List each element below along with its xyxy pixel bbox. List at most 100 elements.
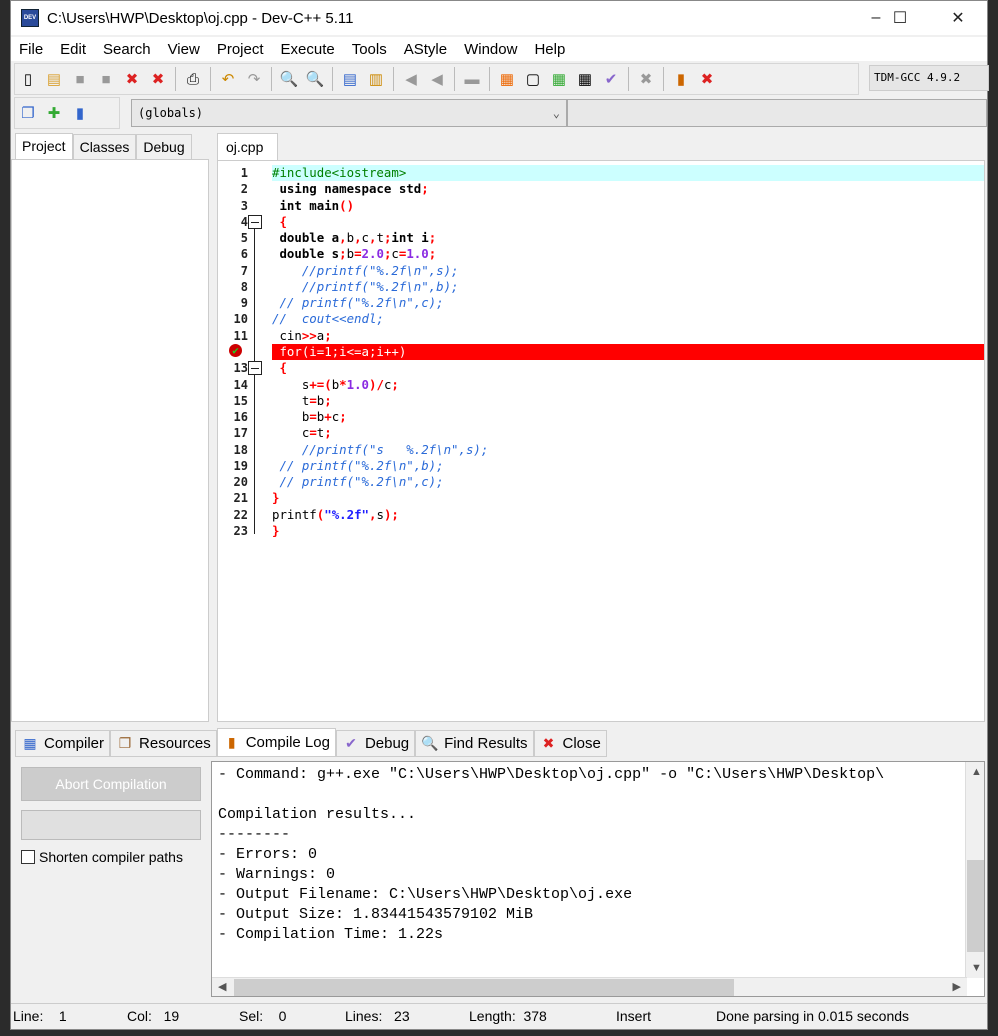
code-line[interactable]: 3 int main() [218,198,984,214]
code-line[interactable]: 11 cin>>a; [218,328,984,344]
line-number[interactable]: 23 [218,523,248,539]
close-all-icon[interactable]: ✖ [147,68,169,90]
line-number[interactable]: 6 [218,246,248,262]
new-project-icon[interactable]: ❐ [17,102,39,124]
menu-astyle[interactable]: AStyle [396,41,456,58]
code-line[interactable]: 5 double a,b,c,t;int i; [218,230,984,246]
abort-compilation-button[interactable]: Abort Compilation [21,767,201,801]
toggle-bookmark-icon[interactable]: ▥ [365,68,387,90]
stop-icon[interactable]: ✖ [635,68,657,90]
menu-view[interactable]: View [160,41,209,58]
line-number[interactable]: 7 [218,263,248,279]
line-number[interactable]: 10 [218,311,248,327]
indent-icon[interactable]: ◀ [400,68,422,90]
scroll-thumb[interactable] [967,860,984,952]
redo-icon[interactable]: ↷ [243,68,265,90]
save-all-icon[interactable]: ■ [95,68,117,90]
line-number[interactable]: 22 [218,507,248,523]
tab-project[interactable]: Project [15,133,73,159]
undo-icon[interactable]: ↶ [217,68,239,90]
menu-search[interactable]: Search [95,41,160,58]
line-number[interactable]: 15 [218,393,248,409]
scope-select[interactable]: (globals) ⌄ [131,99,567,127]
tab-compile-log[interactable]: ▮ Compile Log [216,728,336,757]
menu-file[interactable]: File [11,41,52,58]
close-button[interactable]: ✕ [935,1,981,35]
breakpoint-icon[interactable]: ✔ [229,343,242,357]
scroll-thumb[interactable] [234,979,734,996]
code-line[interactable]: 20 // printf("%.2f\n",c); [218,474,984,490]
code-line[interactable]: 10 // cout<<endl; [218,311,984,327]
menu-tools[interactable]: Tools [344,41,396,58]
run-icon[interactable]: ▢ [522,68,544,90]
comment-icon[interactable]: ▬ [461,68,483,90]
line-number[interactable]: 11 [218,328,248,344]
print-icon[interactable]: ⎙ [182,68,204,90]
line-number[interactable]: 21 [218,490,248,506]
checkbox-box[interactable] [21,850,35,864]
line-number[interactable]: 13 [218,360,248,376]
shorten-paths-checkbox[interactable]: Shorten compiler paths [21,849,183,865]
menu-execute[interactable]: Execute [273,41,344,58]
delete-profile-icon[interactable]: ✖ [696,68,718,90]
fold-collapse-icon[interactable] [248,214,262,229]
open-file-icon[interactable]: ▤ [43,68,65,90]
scroll-left-icon[interactable]: ◀ [218,980,226,993]
code-line[interactable]: 9 // printf("%.2f\n",c); [218,295,984,311]
scroll-down-icon[interactable]: ▼ [971,962,982,974]
menu-window[interactable]: Window [456,41,526,58]
code-line[interactable]: 8 //printf("%.2f\n",b); [218,279,984,295]
unindent-icon[interactable]: ◀ [426,68,448,90]
tab-resources[interactable]: ❐ Resources [110,730,217,757]
code-line[interactable]: 4 { [218,214,984,230]
line-number[interactable]: 8 [218,279,248,295]
line-number[interactable]: 20 [218,474,248,490]
menu-help[interactable]: Help [526,41,574,58]
project-options-icon[interactable]: ▮ [69,102,91,124]
code-line[interactable]: 14 s+=(b*1.0)/c; [218,377,984,393]
code-line[interactable]: 18 //printf("s %.2f\n",s); [218,442,984,458]
tab-debug[interactable]: ✔ Debug [335,730,416,757]
goto-line-icon[interactable]: ▤ [339,68,361,90]
code-line[interactable]: 6 double s;b=2.0;c=1.0; [218,246,984,262]
tab-compiler[interactable]: ▦ Compiler [15,730,111,757]
debug-check-icon[interactable]: ✔ [600,68,622,90]
find-icon[interactable]: 🔍 [278,68,300,90]
code-line[interactable]: 19 // printf("%.2f\n",b); [218,458,984,474]
line-number[interactable]: 1 [218,165,248,181]
compile-run-icon[interactable]: ▦ [548,68,570,90]
line-number[interactable]: 3 [218,198,248,214]
profile-icon[interactable]: ▮ [670,68,692,90]
compile-log[interactable]: - Compilation Time: 1.22s - Output Size: … [211,761,985,997]
code-line[interactable]: 16 b=b+c; [218,409,984,425]
code-line[interactable]: 2 using namespace std; [218,181,984,197]
compile-icon[interactable]: ▦ [496,68,518,90]
line-number[interactable]: 19 [218,458,248,474]
code-line[interactable]: 12 for(i=1;i<=a;i++)✔ [218,343,984,361]
add-to-project-icon[interactable]: ✚ [43,102,65,124]
scroll-right-icon[interactable]: ▶ [953,980,961,993]
line-number[interactable]: 4 [218,214,248,230]
code-line[interactable]: 23} [218,523,984,539]
code-editor[interactable]: 1 #include<iostream> 2 using namespace std… [217,160,985,722]
line-number[interactable]: 9 [218,295,248,311]
tab-debug[interactable]: Debug [136,134,192,159]
save-icon[interactable]: ■ [69,68,91,90]
tab-classes[interactable]: Classes [72,134,137,159]
compiler-select[interactable]: TDM-GCC 4.9.2 [869,65,989,91]
scroll-up-icon[interactable]: ▲ [971,766,982,778]
code-line[interactable]: 7 //printf("%.2f\n",s); [218,263,984,279]
vertical-scrollbar[interactable]: ▲ ▼ [965,762,984,978]
editor-tab-oj-cpp[interactable]: oj.cpp [217,133,278,160]
code-line[interactable]: 22 printf("%.2f",s); [218,507,984,523]
line-number[interactable]: 17 [218,425,248,441]
tab-find-results[interactable]: 🔍 Find Results [415,730,534,757]
code-line[interactable]: 13 { [218,360,984,376]
replace-icon[interactable]: 🔍 [304,68,326,90]
close-file-icon[interactable]: ✖ [121,68,143,90]
code-line[interactable]: 17 c=t; [218,425,984,441]
line-number[interactable]: 16 [218,409,248,425]
code-line[interactable]: 15 t=b; [218,393,984,409]
menu-edit[interactable]: Edit [52,41,95,58]
code-line[interactable]: 21} [218,490,984,506]
